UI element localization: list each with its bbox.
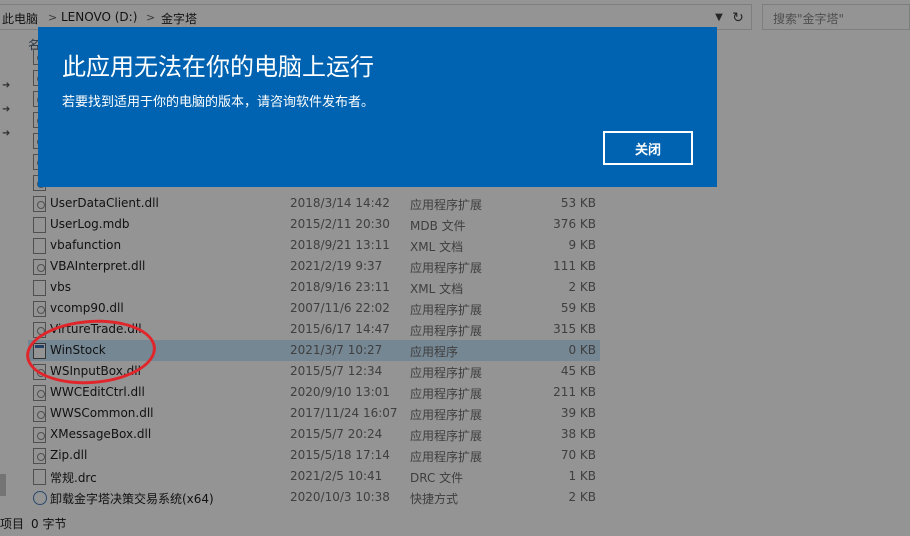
dialog-message: 若要找到适用于你的电脑的版本，请咨询软件发布者。 [62, 95, 375, 110]
dialog-title: 此应用无法在你的电脑上运行 [62, 53, 374, 81]
app-cannot-run-dialog: 此应用无法在你的电脑上运行 若要找到适用于你的电脑的版本，请咨询软件发布者。 关… [38, 27, 717, 187]
close-button[interactable]: 关闭 [603, 131, 693, 165]
